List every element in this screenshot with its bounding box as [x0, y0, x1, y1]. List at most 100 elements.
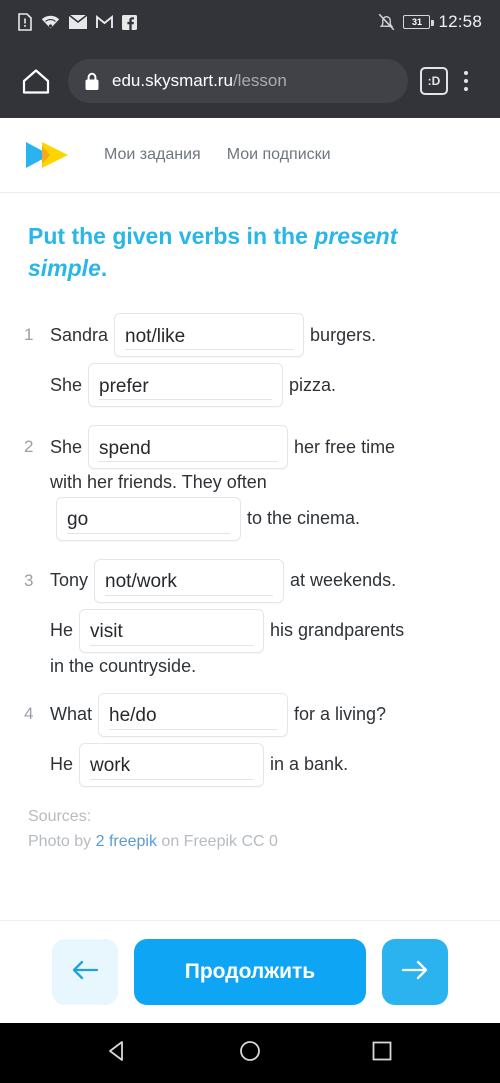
mail-icon: [69, 15, 87, 29]
facebook-icon: [122, 14, 137, 30]
task-title-end: .: [100, 254, 108, 281]
sentence-text: his grandparents: [270, 620, 405, 641]
lesson-content: Put the given verbs in the present simpl…: [0, 193, 500, 920]
answer-value: spend: [99, 438, 278, 463]
question-item: 1 Sandra not/like burgers. She prefer pizza.: [24, 310, 476, 410]
tab-switcher-button[interactable]: :D: [420, 67, 448, 95]
question-number: 4: [24, 704, 34, 724]
address-bar[interactable]: edu.skysmart.ru/lesson: [68, 59, 408, 103]
question-line: 1 Sandra not/like burgers.: [24, 310, 476, 360]
question-item: 2 She spend her free time with her friends. …: [24, 422, 476, 544]
question-line: She prefer pizza.: [24, 360, 476, 410]
circle-home-icon[interactable]: [237, 1038, 263, 1069]
skysmart-logo[interactable]: [20, 138, 76, 172]
url-domain: edu.skysmart.ru: [112, 71, 233, 90]
question-line: 3 Tony not/work at weekends.: [24, 556, 476, 606]
content-fade-mask: [0, 872, 500, 920]
question-line: 4 What he/do for a living?: [24, 690, 476, 740]
continue-button[interactable]: Продолжить: [134, 939, 366, 1005]
question-line: go to the cinema.: [24, 494, 476, 544]
clock: 12:58: [438, 12, 482, 31]
menu-dot: [464, 79, 468, 83]
status-bar-notification-icons: [18, 13, 137, 31]
answer-input-1-1[interactable]: not/like: [114, 313, 305, 358]
gmail-icon: [96, 15, 113, 29]
question-line: He work in a bank.: [24, 740, 476, 790]
sentence-text: with her friends. They often: [50, 472, 267, 493]
phone-screen: 31 12:58 edu.skysmart.ru/lesson :D Мои з…: [0, 0, 500, 1083]
question-list: 1 Sandra not/like burgers. She prefer pizza. 2 S…: [24, 310, 476, 789]
answer-input-3-2[interactable]: visit: [79, 609, 265, 654]
answer-input-1-2[interactable]: prefer: [88, 363, 284, 408]
answer-value: work: [90, 755, 254, 780]
question-item: 3 Tony not/work at weekends. He visit his gran…: [24, 556, 476, 678]
lock-icon: [84, 72, 100, 91]
battery-level: 31: [411, 16, 422, 27]
browser-toolbar: edu.skysmart.ru/lesson :D: [0, 44, 500, 118]
site-nav: Мои задания Мои подписки: [104, 146, 331, 164]
nav-item-my-tasks[interactable]: Мои задания: [104, 146, 201, 164]
question-item: 4 What he/do for a living? He work in a bank.: [24, 690, 476, 790]
answer-input-2-1[interactable]: spend: [88, 425, 289, 470]
sentence-text: He: [50, 620, 74, 641]
answer-value: go: [67, 509, 230, 535]
menu-dot: [464, 71, 468, 75]
overflow-menu-icon[interactable]: [448, 71, 484, 91]
sentence-text: in the countryside.: [50, 656, 197, 677]
sources-section: Sources: Photo by 2 freepik on Freepik C…: [28, 804, 476, 855]
url-path: /lesson: [232, 71, 287, 90]
sentence-text: He: [50, 753, 74, 774]
sentence-text: What: [50, 703, 93, 724]
battery-indicator: 31: [403, 15, 434, 29]
android-navigation-bar: [0, 1023, 500, 1083]
sentence-text: She: [50, 436, 83, 457]
answer-value: prefer: [99, 376, 273, 401]
answer-value: not/work: [105, 571, 274, 597]
next-task-button[interactable]: [382, 939, 448, 1005]
home-icon[interactable]: [16, 67, 56, 95]
answer-input-3-1[interactable]: not/work: [94, 559, 285, 604]
task-title-plain: Put the given verbs in the: [28, 223, 315, 249]
credit-prefix: Photo by: [28, 833, 96, 851]
wifi-icon: [41, 14, 60, 30]
status-bar-system-icons: 31 12:58: [378, 12, 482, 32]
question-line: with her friends. They often: [24, 472, 476, 494]
answer-input-2-2[interactable]: go: [56, 497, 241, 542]
url-text: edu.skysmart.ru/lesson: [112, 71, 287, 91]
square-recents-icon[interactable]: [369, 1038, 395, 1069]
arrow-left-icon: [71, 959, 99, 986]
site-header: Мои задания Мои подписки: [0, 118, 500, 193]
sentence-text: her free time: [294, 436, 396, 457]
previous-task-button[interactable]: [52, 939, 118, 1005]
source-credit: Photo by 2 freepik on Freepik CC 0: [28, 829, 476, 855]
nav-item-my-subscriptions[interactable]: Мои подписки: [227, 146, 331, 164]
question-number: 3: [24, 570, 34, 590]
sentence-text: in a bank.: [270, 753, 349, 774]
lesson-action-bar: Продолжить: [0, 920, 500, 1023]
task-title: Put the given verbs in the present simpl…: [28, 221, 476, 284]
question-number: 2: [24, 437, 34, 457]
question-line: in the countryside.: [24, 656, 476, 678]
status-bar: 31 12:58: [0, 0, 500, 44]
triangle-back-icon[interactable]: [105, 1038, 131, 1069]
document-alert-icon: [18, 13, 32, 31]
answer-value: visit: [90, 621, 254, 647]
arrow-right-icon: [401, 959, 429, 986]
credit-link[interactable]: 2 freepik: [96, 833, 157, 850]
question-number: 1: [24, 325, 34, 345]
sentence-text: Tony: [50, 570, 89, 591]
sentence-text: She: [50, 374, 83, 395]
question-line: He visit his grandparents: [24, 606, 476, 656]
sentence-text: burgers.: [310, 324, 377, 345]
sentence-text: pizza.: [289, 374, 337, 395]
sources-heading: Sources:: [28, 807, 92, 825]
sentence-text: at weekends.: [290, 570, 397, 591]
sentence-text: to the cinema.: [247, 508, 361, 529]
sentence-text: for a living?: [294, 703, 387, 724]
answer-input-4-2[interactable]: work: [79, 742, 265, 787]
tab-count-label: :D: [427, 74, 441, 88]
bell-off-icon: [378, 13, 395, 31]
answer-value: not/like: [125, 326, 294, 351]
answer-value: he/do: [109, 705, 278, 730]
answer-input-4-1[interactable]: he/do: [98, 692, 289, 737]
